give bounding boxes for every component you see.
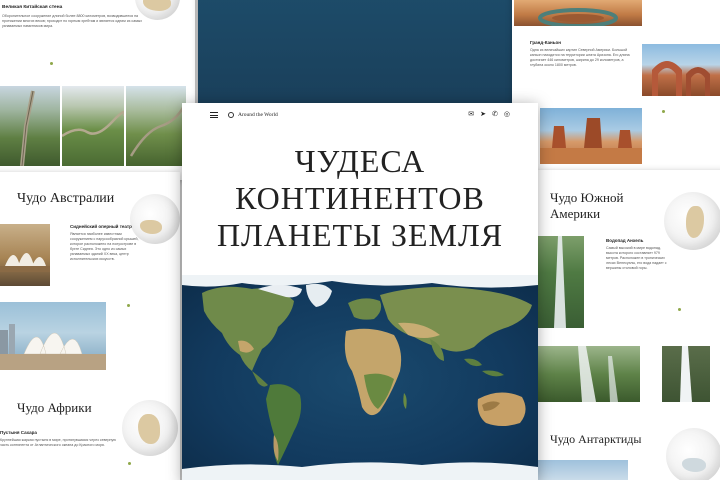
brand-name[interactable]: Around the World — [238, 112, 278, 118]
antarctica-photo — [538, 460, 628, 480]
page-ocean — [198, 0, 514, 108]
australia-sub: Сиднейский оперный театр — [70, 224, 132, 229]
hamburger-icon[interactable] — [210, 112, 218, 118]
location-pin-icon — [50, 62, 53, 65]
hero-title-line-3: ПЛАНЕТЫ ЗЕМЛЯ — [216, 217, 504, 253]
location-pin-icon — [662, 110, 665, 113]
hero-title-line-1: ЧУДЕСА — [294, 143, 426, 179]
instagram-icon[interactable]: ◎ — [504, 110, 510, 118]
top-bar: Around the World ✉ ➤ ✆ ◎ — [182, 103, 538, 127]
location-pin-icon — [127, 304, 130, 307]
angel-falls-photo-tall — [662, 346, 710, 402]
page-canyon: Гранд-Каньон Одна из величайших картин С… — [512, 0, 720, 180]
arches-photo — [642, 44, 720, 96]
page-hero: Around the World ✉ ➤ ✆ ◎ ЧУДЕСА КОНТИНЕН… — [182, 103, 538, 480]
hero-title-line-2: КОНТИНЕНТОВ — [235, 180, 485, 216]
social-icons: ✉ ➤ ✆ ◎ — [468, 110, 510, 118]
great-wall-photo-3 — [126, 86, 186, 166]
globe-africa-icon — [122, 400, 178, 456]
australia-text: Является наиболее известным сооружением … — [70, 232, 139, 261]
sydney-opera-photo-large — [0, 302, 106, 370]
china-text: Оборонительное сооружение длиной более 8… — [2, 14, 143, 28]
page-south-america: Чудо Южной Америки Водопад Анхель Самый … — [536, 170, 720, 480]
page-china: Великая Китайская стена Оборонительное с… — [0, 0, 195, 180]
location-pin-icon — [128, 462, 131, 465]
south-america-heading-2: Америки — [550, 206, 601, 221]
africa-text: Крупнейшая жаркая пустыня в мире, протян… — [0, 438, 116, 447]
south-america-text: Самый высокий в мире водопад, высота кот… — [606, 246, 667, 270]
page-australia-africa: Чудо Австралии Сиднейский оперный театр … — [0, 172, 180, 480]
telegram-icon[interactable]: ➤ — [480, 110, 486, 118]
great-wall-photo-2 — [62, 86, 124, 166]
globe-antarctica-icon — [666, 428, 720, 480]
compass-icon — [228, 112, 234, 118]
horseshoe-bend-photo — [514, 0, 642, 26]
hero-title: ЧУДЕСА КОНТИНЕНТОВ ПЛАНЕТЫ ЗЕМЛЯ — [182, 143, 538, 254]
location-pin-icon — [678, 308, 681, 311]
africa-sub: Пустыня Сахара — [0, 430, 37, 435]
antarctica-heading: Чудо Антарктиды — [550, 432, 642, 446]
china-title: Великая Китайская стена — [2, 5, 63, 10]
africa-heading: Чудо Африки — [17, 400, 92, 415]
whatsapp-icon[interactable]: ✆ — [492, 110, 498, 118]
globe-south-america-icon — [664, 192, 720, 250]
angel-falls-photo-small — [538, 236, 584, 328]
south-america-sub: Водопад Анхель — [606, 238, 644, 243]
email-icon[interactable]: ✉ — [468, 110, 474, 118]
great-wall-photo-1 — [0, 86, 60, 166]
monument-valley-photo — [540, 108, 642, 164]
canyon-sub: Гранд-Каньон — [530, 40, 561, 45]
sydney-opera-photo-small — [0, 224, 50, 286]
south-america-heading-1: Чудо Южной — [550, 190, 624, 205]
australia-heading: Чудо Австралии — [17, 191, 115, 206]
brochure-collage: Великая Китайская стена Оборонительное с… — [0, 0, 720, 480]
canyon-text: Одна из величайших картин Северной Амери… — [530, 48, 630, 67]
world-map — [182, 275, 538, 480]
angel-falls-photo-wide — [538, 346, 640, 402]
